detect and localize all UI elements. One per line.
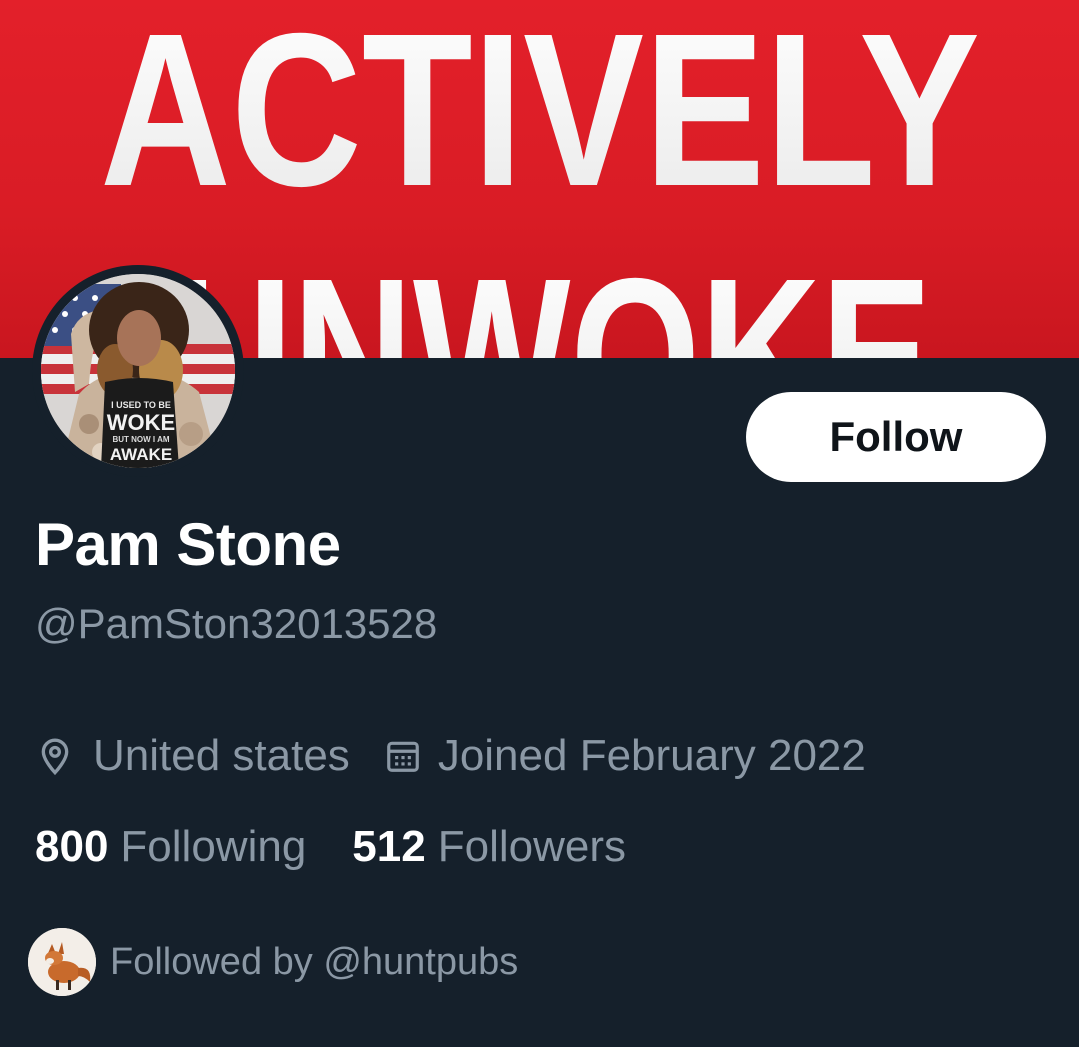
followers-link[interactable]: 512 Followers [352, 822, 626, 872]
location-text: United states [93, 731, 350, 780]
avatar-photo: I USED TO BE WOKE BUT NOW I AM AWAKE [41, 274, 235, 468]
followers-count: 512 [352, 822, 426, 871]
calendar-icon [384, 737, 422, 775]
shirt-text-2: WOKE [107, 410, 175, 435]
banner-text-line2: UNWOKE [172, 234, 932, 358]
banner-text-line1: ACTIVELY [100, 0, 980, 232]
follower-avatar[interactable] [28, 928, 96, 996]
display-name: Pam Stone [35, 511, 341, 578]
follow-button[interactable]: Follow [746, 392, 1046, 482]
profile-avatar[interactable]: I USED TO BE WOKE BUT NOW I AM AWAKE [32, 265, 244, 477]
user-handle: @PamSton32013528 [35, 600, 438, 647]
followed-by-text: Followed by @huntpubs [110, 940, 519, 983]
joined-item: Joined February 2022 [384, 731, 866, 781]
profile-meta: United states Joined February 2022 [35, 728, 866, 784]
following-link[interactable]: 800 Following [35, 822, 306, 872]
joined-text: Joined February 2022 [437, 731, 866, 780]
shirt-text-1: I USED TO BE [111, 400, 171, 410]
location-pin-icon [35, 736, 75, 776]
profile-stats: 800 Following 512 Followers [35, 822, 626, 872]
followed-by[interactable]: Followed by @huntpubs [28, 928, 518, 996]
location-item: United states [35, 731, 350, 781]
shirt-text-4: AWAKE [110, 445, 172, 464]
followers-label: Followers [437, 822, 626, 871]
following-count: 800 [35, 822, 109, 871]
shirt-text-3: BUT NOW I AM [112, 435, 169, 444]
following-label: Following [120, 822, 307, 871]
